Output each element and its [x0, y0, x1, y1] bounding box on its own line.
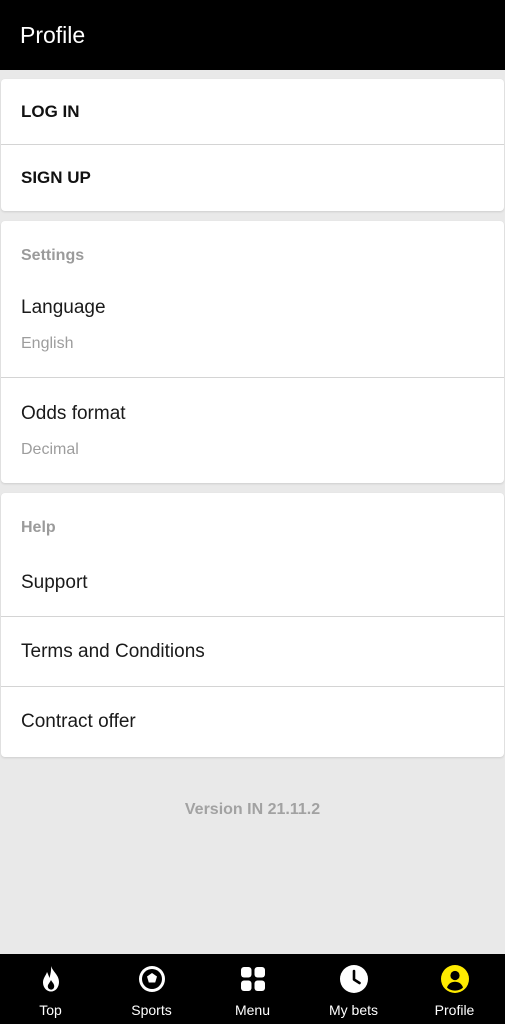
odds-format-label: Odds format [21, 402, 126, 424]
auth-card: LOG IN SIGN UP [1, 79, 504, 211]
odds-format-setting[interactable]: Odds format Decimal [1, 378, 504, 483]
nav-my-bets[interactable]: My bets [303, 954, 404, 1024]
nav-sports[interactable]: Sports [101, 954, 202, 1024]
soccer-ball-icon [138, 966, 165, 992]
version-text: Version IN 21.11.2 [184, 801, 321, 818]
nav-menu-label: Menu [234, 1002, 271, 1018]
nav-profile[interactable]: Profile [404, 954, 505, 1024]
nav-top[interactable]: Top [0, 954, 101, 1024]
contract-offer-label: Contract offer [21, 711, 136, 732]
language-setting[interactable]: Language English [1, 273, 504, 378]
flame-icon [42, 966, 59, 992]
terms-item[interactable]: Terms and Conditions [1, 617, 504, 687]
top-bar: Profile [0, 0, 505, 70]
log-in-button[interactable]: LOG IN [1, 79, 504, 145]
nav-sports-label: Sports [131, 1002, 172, 1018]
clock-icon [339, 965, 368, 993]
nav-menu[interactable]: Menu [202, 954, 303, 1024]
sign-up-button[interactable]: SIGN UP [1, 145, 504, 211]
contract-offer-item[interactable]: Contract offer [1, 687, 504, 757]
language-label: Language [21, 297, 106, 318]
settings-section-title: Settings [21, 247, 85, 264]
terms-label: Terms and Conditions [21, 640, 205, 662]
app-screen: Profile LOG IN SIGN UP Settings Language… [0, 0, 505, 1024]
nav-my-bets-label: My bets [328, 1002, 378, 1018]
support-label: Support [21, 571, 88, 593]
nav-profile-label: Profile [434, 1002, 475, 1018]
grid-icon [240, 967, 265, 991]
help-card: Help Support Terms and Conditions Contra… [1, 493, 504, 757]
sign-up-label: SIGN UP [21, 168, 91, 187]
settings-card: Settings Language English Odds format De… [1, 221, 504, 483]
nav-top-label: Top [39, 1002, 62, 1018]
log-in-label: LOG IN [21, 101, 80, 121]
page-title: Profile [20, 21, 86, 48]
help-section-title: Help [21, 519, 56, 536]
support-item[interactable]: Support [1, 549, 504, 617]
language-value: English [21, 335, 74, 352]
profile-icon [440, 965, 469, 993]
bottom-nav: Top Sports Menu My bets Profile [0, 954, 505, 1024]
odds-format-value: Decimal [21, 440, 79, 458]
